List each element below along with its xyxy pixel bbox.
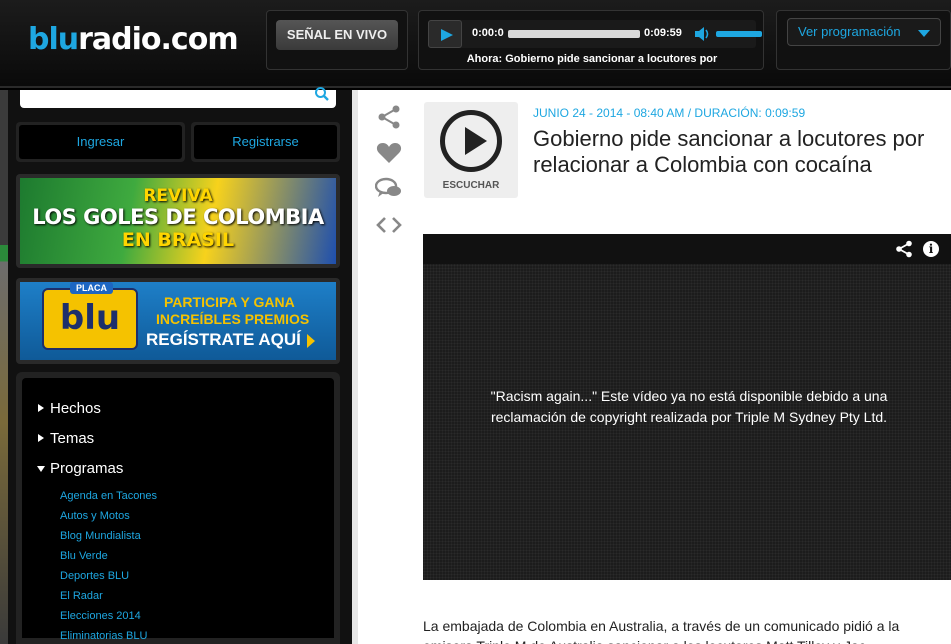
top-header: bluradio.com SEÑAL EN VIVO 0:00:0 0:09:5… [0,0,951,88]
logo-suffix: radio.com [78,22,238,57]
share-icon[interactable] [375,104,403,130]
banner-line: REVIVA [143,186,213,206]
info-icon[interactable]: i [923,241,939,257]
nav-item-programas[interactable]: Programas [37,460,124,477]
banner-line: PARTICIPA Y GANA [164,294,295,310]
program-link[interactable]: Agenda en Tacones [60,490,157,502]
program-link[interactable]: Autos y Motos [60,510,130,522]
chevron-down-icon [918,30,930,37]
video-unavailable-message: "Racism again..." Este vídeo ya no está … [490,388,888,425]
background-strip [0,90,8,644]
nav-item-temas[interactable]: Temas [38,430,95,447]
article-meta: JUNIO 24 - 2014 - 08:40 AM / DURACIÓN: 0… [533,106,806,120]
login-button-frame: Ingresar [16,122,185,162]
caret-down-icon [37,466,45,472]
video-player[interactable]: i "Racism again..." Este vídeo ya no est… [423,234,951,580]
section-nav: Hechos Temas Programas Agenda en Tacones… [22,378,334,642]
goles-colombia-banner[interactable]: REVIVA LOS GOLES DE COLOMBIA EN BRASIL [20,178,336,264]
banner-cta-label: REGÍSTRATE AQUÍ [146,330,301,349]
body-line: emisora Triple M de Australia sancionar … [423,636,951,644]
share-icon[interactable] [895,240,913,258]
login-button[interactable]: Ingresar [19,125,182,159]
play-circle-icon [440,110,502,172]
video-toolbar: i [423,234,951,264]
heart-icon[interactable] [375,140,403,166]
play-button[interactable] [428,20,462,48]
listen-button[interactable]: ESCUCHAR [424,102,518,198]
programacion-box: Ver programación [776,10,951,70]
placa-label: PLACA [70,282,113,294]
programacion-label: Ver programación [798,24,901,39]
placa-logo-text: blu [59,298,121,338]
banner-line: EN BRASIL [121,229,235,251]
article-body: La embajada de Colombia en Australia, a … [423,616,951,644]
volume-slider[interactable] [716,31,762,37]
body-line: La embajada de Colombia en Australia, a … [423,618,900,634]
live-signal-button[interactable]: SEÑAL EN VIVO [276,20,398,50]
embed-code-icon[interactable] [375,212,403,238]
section-nav-frame: Hechos Temas Programas Agenda en Tacones… [16,372,340,644]
current-time: 0:00:0 [472,27,504,39]
listen-label: ESCUCHAR [442,180,500,191]
search-input[interactable] [20,87,336,108]
nav-item-hechos[interactable]: Hechos [38,400,101,417]
program-link[interactable]: Blu Verde [60,550,108,562]
banner-line: INCREÍBLES PREMIOS [156,311,310,327]
program-link[interactable]: Eliminatorias BLU [60,630,147,642]
program-link[interactable]: Elecciones 2014 [60,610,141,622]
program-link[interactable]: El Radar [60,590,103,602]
article-panel: ESCUCHAR JUNIO 24 - 2014 - 08:40 AM / DU… [358,90,951,644]
audio-player: 0:00:0 0:09:59 Ahora: Gobierno pide sanc… [418,10,764,70]
register-button[interactable]: Registrarse [194,125,337,159]
logo-prefix: blu [28,22,79,57]
nav-item-label: Programas [50,460,124,477]
programacion-dropdown[interactable]: Ver programación [787,18,941,46]
comments-icon[interactable] [375,176,403,202]
player-controls: 0:00:0 0:09:59 [428,20,762,48]
placa-blu-banner[interactable]: PLACA blu PARTICIPA Y GANA INCREÍBLES PR… [20,282,336,360]
live-signal-box: SEÑAL EN VIVO [266,10,408,70]
register-button-frame: Registrarse [191,122,340,162]
search-icon[interactable] [314,86,330,102]
duration-time: 0:09:59 [644,27,682,39]
banner-line: LOS GOLES DE COLOMBIA [32,205,324,229]
caret-right-icon [38,434,44,442]
volume-icon[interactable] [694,26,712,42]
article-title: Gobierno pide sancionar a locutores por … [533,126,925,177]
nav-item-label: Hechos [50,400,101,417]
placa-banner-frame: PLACA blu PARTICIPA Y GANA INCREÍBLES PR… [16,278,340,364]
placa-blu-logo: PLACA blu [42,282,138,350]
site-logo[interactable]: bluradio.com [28,22,239,57]
caret-right-icon [38,404,44,412]
progress-bar[interactable] [508,30,640,38]
program-link[interactable]: Deportes BLU [60,570,129,582]
program-link[interactable]: Blog Mundialista [60,530,141,542]
goles-banner-frame: REVIVA LOS GOLES DE COLOMBIA EN BRASIL [16,174,340,268]
nav-item-label: Temas [50,430,95,447]
now-playing-text: Ahora: Gobierno pide sancionar a locutor… [466,53,718,65]
arrow-right-icon [306,333,315,348]
banner-cta: REGÍSTRATE AQUÍ [146,330,315,350]
